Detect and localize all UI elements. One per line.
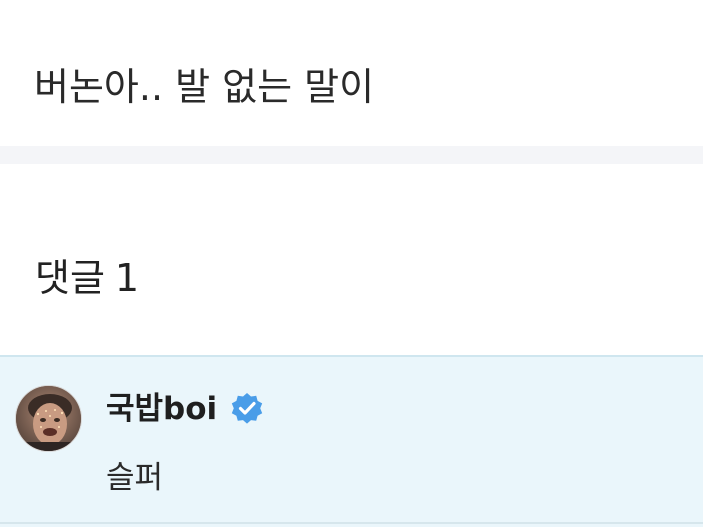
- avatar-photo-icon: [16, 386, 81, 451]
- section-divider: [0, 146, 703, 164]
- comment-bottom-divider: [0, 522, 703, 524]
- comments-label: 댓글: [35, 256, 105, 300]
- comment-text: 슬퍼: [106, 460, 164, 496]
- verified-badge-icon: [229, 391, 265, 427]
- post-text: 버논아.. 발 없는 말이: [34, 65, 375, 109]
- comment-author[interactable]: 국밥boi: [106, 387, 217, 431]
- comment-author-row: 국밥boi: [106, 387, 265, 431]
- comments-title: 댓글 1: [35, 254, 139, 302]
- avatar[interactable]: [15, 385, 82, 452]
- comment-item: 국밥boi 슬퍼: [0, 355, 703, 527]
- comments-count: 1: [114, 256, 140, 300]
- post-body: 버논아.. 발 없는 말이: [0, 0, 703, 146]
- comments-header: 댓글 1: [0, 164, 703, 355]
